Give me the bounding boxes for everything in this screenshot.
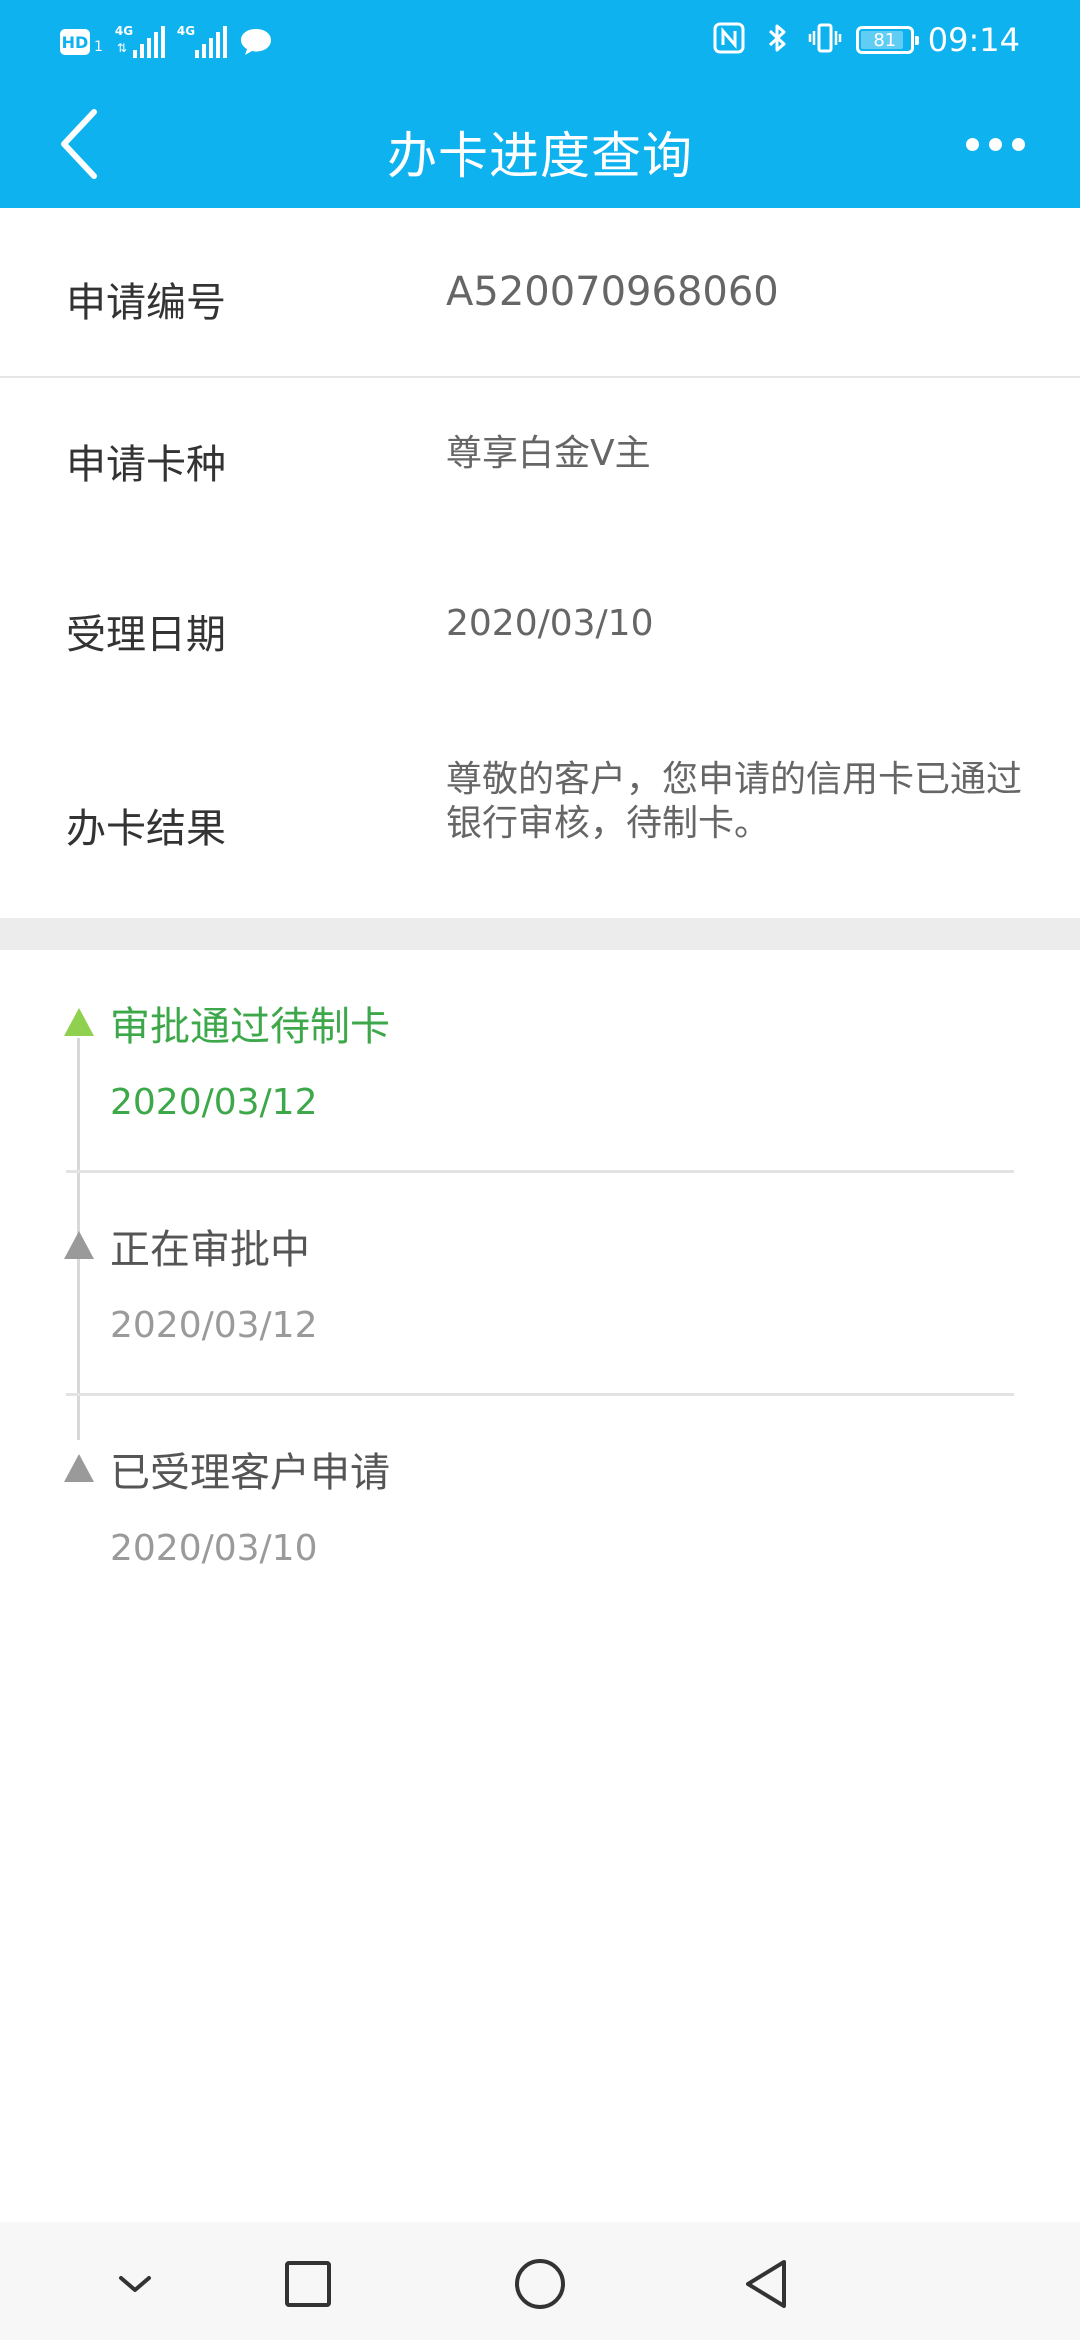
result-label: 办卡结果 xyxy=(66,806,226,852)
recent-apps-icon xyxy=(285,2261,331,2307)
application-number-row: 申请编号 A520070968060 xyxy=(0,208,1080,378)
result-value: 尊敬的客户，您申请的信用卡已通过银行审核，待制卡。 xyxy=(446,759,1023,844)
back-triangle-icon xyxy=(746,2260,786,2308)
chevron-down-icon xyxy=(119,2276,151,2292)
step-date: 2020/03/10 xyxy=(110,1528,318,1569)
hide-nav-button[interactable] xyxy=(95,2244,175,2324)
vibrate-icon xyxy=(808,21,842,59)
card-type-label: 申请卡种 xyxy=(66,442,226,488)
triangle-marker-icon xyxy=(64,1454,94,1482)
accept-date-row: 受理日期 2020/03/10 xyxy=(0,548,1080,718)
app-bar: 办卡进度查询 xyxy=(0,80,1080,208)
status-right: 81 09:14 xyxy=(712,18,1020,62)
network-type-label: 4G xyxy=(114,24,134,38)
battery-icon: 81 xyxy=(855,26,919,54)
timeline-step: 审批通过待制卡 2020/03/12 xyxy=(0,950,1080,1173)
recent-apps-button[interactable] xyxy=(268,2244,348,2324)
page-title: 办卡进度查询 xyxy=(387,127,693,185)
battery-level: 81 xyxy=(873,29,897,51)
data-arrows-icon: ⇅ xyxy=(116,41,127,55)
header: HD 1 4G ⇅ 4G 81 09:14 办卡进度查询 xyxy=(0,0,1080,208)
card-type-value: 尊享白金V主 xyxy=(446,433,651,474)
status-bar: HD 1 4G ⇅ 4G 81 09:14 xyxy=(0,0,1080,80)
hd-icon: HD xyxy=(60,29,90,55)
step-date: 2020/03/12 xyxy=(110,1082,318,1123)
hd-sub-label: 1 xyxy=(94,39,103,55)
accept-date-value: 2020/03/10 xyxy=(446,603,654,644)
step-title: 审批通过待制卡 xyxy=(110,1004,390,1050)
triangle-marker-icon xyxy=(64,1231,94,1259)
nfc-icon xyxy=(712,21,746,59)
card-type-row: 申请卡种 尊享白金V主 xyxy=(0,378,1080,548)
result-row: 办卡结果 尊敬的客户，您申请的信用卡已通过银行审核，待制卡。 xyxy=(0,718,1080,928)
application-number-label: 申请编号 xyxy=(66,280,226,326)
status-left: HD 1 4G ⇅ 4G xyxy=(60,22,273,62)
step-title: 已受理客户申请 xyxy=(110,1450,390,1496)
section-divider xyxy=(0,918,1080,950)
home-icon xyxy=(515,2259,565,2309)
bluetooth-icon xyxy=(760,21,794,59)
system-nav-bar xyxy=(0,2222,1080,2340)
back-nav-button[interactable] xyxy=(728,2244,808,2324)
more-options-button[interactable] xyxy=(950,114,1040,174)
accept-date-label: 受理日期 xyxy=(66,612,226,658)
network-type-label: 4G xyxy=(176,24,196,38)
progress-timeline: 审批通过待制卡 2020/03/12 正在审批中 2020/03/12 已受理客… xyxy=(0,950,1080,1619)
message-icon xyxy=(239,27,273,57)
status-time: 09:14 xyxy=(927,21,1020,59)
signal-4g-icon: 4G ⇅ xyxy=(114,24,165,58)
application-info: 申请编号 A520070968060 申请卡种 尊享白金V主 受理日期 2020… xyxy=(0,208,1080,928)
step-title: 正在审批中 xyxy=(110,1227,310,1273)
home-button[interactable] xyxy=(500,2244,580,2324)
step-date: 2020/03/12 xyxy=(110,1305,318,1346)
timeline-step: 正在审批中 2020/03/12 xyxy=(0,1173,1080,1396)
more-dots-icon xyxy=(965,137,979,151)
signal-4g-icon: 4G xyxy=(176,24,227,58)
triangle-marker-icon xyxy=(64,1008,94,1036)
timeline-step: 已受理客户申请 2020/03/10 xyxy=(0,1396,1080,1619)
application-number-value: A520070968060 xyxy=(446,269,779,315)
